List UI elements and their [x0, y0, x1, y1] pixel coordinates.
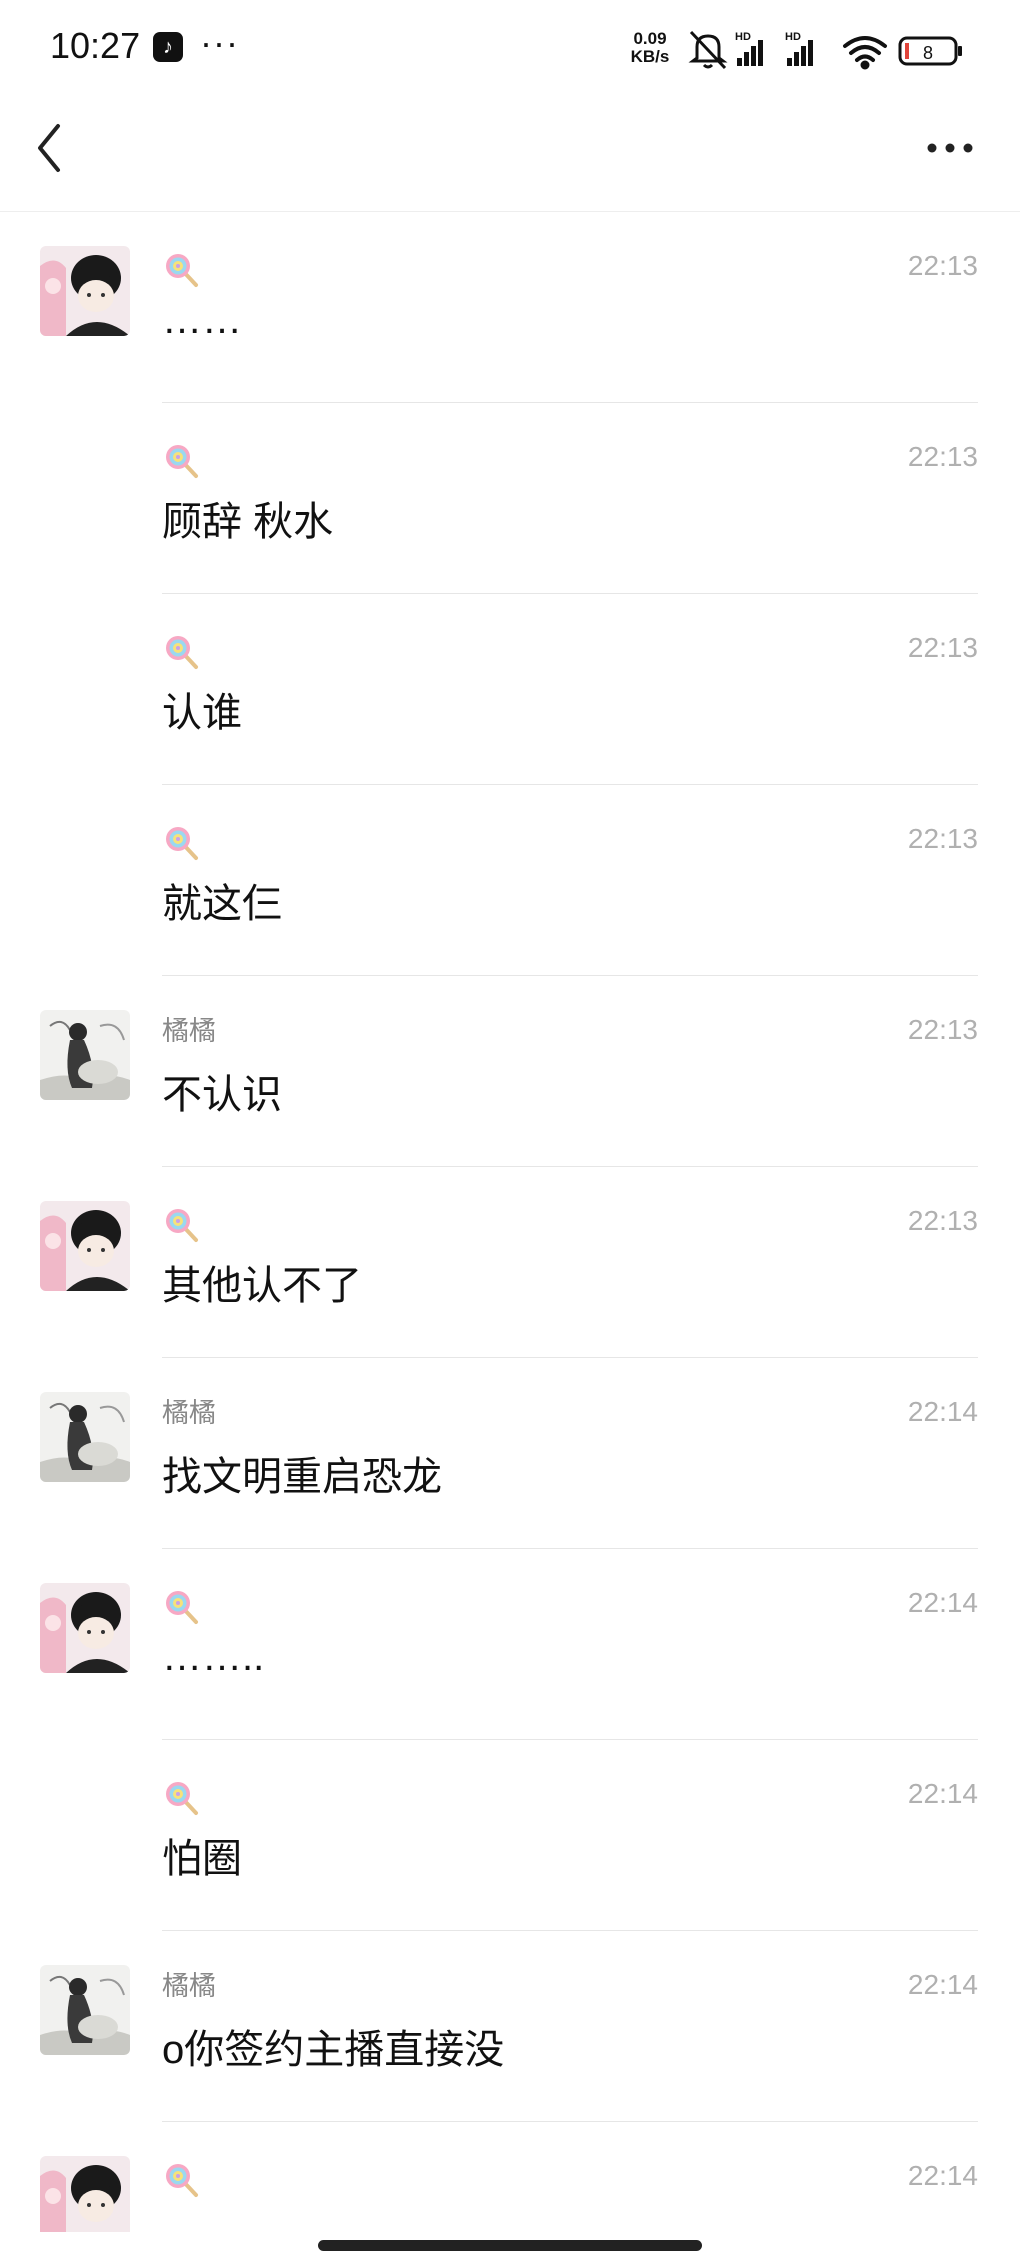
avatar-juju[interactable]	[40, 1010, 130, 1100]
message-item[interactable]: 22:13 ……	[0, 212, 1020, 403]
avatar-lollipop-user[interactable]	[40, 2156, 130, 2232]
message-time: 22:14	[907, 1969, 978, 2000]
message-item[interactable]: 橘橘 22:14 找文明重启恐龙	[0, 1358, 1020, 1549]
message-time: 22:13	[907, 823, 978, 854]
message-text: 认谁	[162, 691, 242, 735]
sender-name: 橘橘	[162, 1016, 216, 1046]
lollipop-emoji-icon	[166, 445, 198, 478]
net-speed-value: 0.09	[633, 29, 667, 48]
home-indicator[interactable]	[318, 2240, 702, 2251]
net-speed-unit: KB/s	[630, 47, 670, 66]
sender-name: 橘橘	[162, 1398, 216, 1428]
lollipop-emoji-icon	[166, 254, 198, 287]
nav-bar	[0, 98, 1020, 212]
message-text: 其他认不了	[162, 1264, 362, 1308]
avatar-juju[interactable]	[40, 1965, 130, 2055]
battery-icon: 8	[898, 36, 962, 66]
signal-1-hd: HD	[735, 31, 751, 43]
avatar-juju[interactable]	[40, 1392, 130, 1482]
message-item[interactable]: 22:14 怕圈	[0, 1740, 1020, 1931]
lollipop-emoji-icon	[166, 1782, 198, 1815]
message-item[interactable]: 22:13 顾辞 秋水	[0, 403, 1020, 594]
status-more-dots: ···	[200, 22, 239, 63]
message-time: 22:14	[907, 1396, 978, 1427]
more-icon[interactable]	[920, 130, 980, 166]
net-speed: 0.09 KB/s	[627, 30, 673, 66]
message-item[interactable]: 22:14	[0, 2122, 1020, 2232]
message-item[interactable]: 22:13 认谁	[0, 594, 1020, 785]
message-time: 22:14	[907, 1587, 978, 1618]
status-icons: HD HD 8	[688, 30, 962, 70]
message-time: 22:13	[907, 250, 978, 281]
signal-1-icon: HD	[735, 31, 763, 66]
message-item[interactable]: 22:13 就这仨	[0, 785, 1020, 976]
lollipop-emoji-icon	[166, 636, 198, 669]
wifi-icon	[843, 36, 887, 70]
avatar-lollipop-user[interactable]	[40, 1583, 130, 1673]
status-time: 10:27	[50, 25, 141, 66]
message-text: 找文明重启恐龙	[162, 1455, 442, 1499]
message-time: 22:13	[907, 1014, 978, 1045]
back-chevron-icon[interactable]	[28, 120, 72, 176]
message-item[interactable]: 橘橘 22:14 o你签约主播直接没	[0, 1931, 1020, 2122]
avatar-lollipop-user[interactable]	[40, 1201, 130, 1291]
message-text: 顾辞 秋水	[162, 500, 334, 544]
mute-bell-icon	[688, 30, 728, 70]
signal-2-hd: HD	[785, 31, 801, 43]
message-time: 22:13	[907, 441, 978, 472]
message-item[interactable]: 22:13 其他认不了	[0, 1167, 1020, 1358]
message-text: o你签约主播直接没	[162, 2028, 505, 2072]
message-text: ……..	[162, 1635, 265, 1679]
message-time: 22:13	[907, 632, 978, 663]
tiktok-icon: ♪	[153, 32, 183, 62]
message-text: 就这仨	[162, 882, 282, 926]
status-bar: 10:27 ♪ ··· 0.09 KB/s HD HD 8	[0, 0, 1020, 98]
lollipop-emoji-icon	[166, 827, 198, 860]
message-text: ……	[162, 298, 242, 342]
message-list: 22:13 …… 22:13 顾辞 秋水 22:13 认谁 22:13 就这仨 …	[0, 212, 1020, 2232]
lollipop-emoji-icon	[166, 1209, 198, 1242]
message-item[interactable]: 22:14 ……..	[0, 1549, 1020, 1740]
lollipop-emoji-icon	[166, 1591, 198, 1624]
battery-level: 8	[923, 43, 933, 63]
lollipop-emoji-icon	[166, 2164, 198, 2197]
message-text: 怕圈	[162, 1837, 242, 1881]
message-time: 22:14	[907, 2160, 978, 2191]
message-time: 22:14	[907, 1778, 978, 1809]
signal-2-icon: HD	[785, 31, 813, 66]
avatar-lollipop-user[interactable]	[40, 246, 130, 336]
message-time: 22:13	[907, 1205, 978, 1236]
message-item[interactable]: 橘橘 22:13 不认识	[0, 976, 1020, 1167]
sender-name: 橘橘	[162, 1971, 216, 2001]
message-text: 不认识	[162, 1073, 282, 1117]
